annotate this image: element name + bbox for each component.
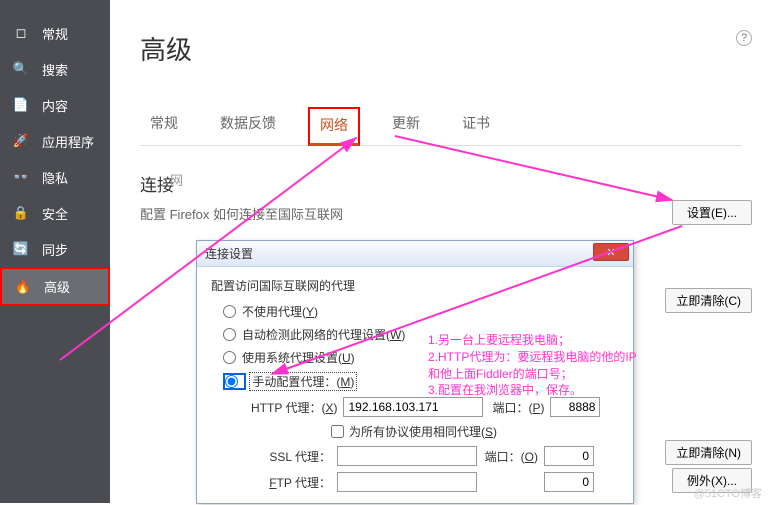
http-port-label: 端口：(P): [489, 399, 544, 416]
radio-input[interactable]: [223, 328, 236, 341]
sidebar-item-label: 安全: [42, 204, 68, 223]
ssl-proxy-label: SSL 代理：: [251, 448, 331, 465]
hidden-text: 网: [170, 170, 183, 189]
http-port-input[interactable]: [550, 397, 600, 417]
ftp-proxy-row: FTP 代理：: [211, 469, 619, 495]
page-icon: 📄: [10, 97, 32, 113]
http-proxy-label: HTTP 代理：(X): [251, 399, 337, 416]
sidebar-item-label: 内容: [42, 96, 68, 115]
ftp-port-input[interactable]: [544, 472, 594, 492]
sidebar-item-label: 同步: [42, 240, 68, 259]
cache-clear-button[interactable]: 立即清除(C): [665, 288, 752, 313]
ssl-port-label: 端口：(O): [483, 448, 538, 465]
section-conn-desc: 配置 Firefox 如何连接至国际互联网: [140, 204, 742, 223]
radio-label: 自动检测此网络的代理设置(W): [242, 326, 405, 343]
sidebar-item-label: 应用程序: [42, 132, 94, 151]
ftp-proxy-input[interactable]: [337, 472, 477, 492]
tab-certs[interactable]: 证书: [452, 107, 500, 145]
refresh-icon: 🔄: [10, 241, 32, 257]
sidebar-item-label: 搜索: [42, 60, 68, 79]
mask-icon: 👓: [10, 169, 32, 185]
same-proxy-row[interactable]: 为所有协议使用相同代理(S): [211, 420, 619, 443]
page-title: 高级: [140, 30, 192, 67]
lock-icon: 🔒: [10, 205, 32, 221]
section-conn-title: 连接: [140, 171, 742, 196]
sidebar-item-label: 常规: [42, 24, 68, 43]
sidebar-item-privacy[interactable]: 👓 隐私: [0, 159, 110, 195]
search-icon: 🔍: [10, 61, 32, 77]
sidebar-item-search[interactable]: 🔍 搜索: [0, 51, 110, 87]
http-proxy-input[interactable]: [343, 397, 483, 417]
square-icon: ◻: [10, 25, 32, 41]
sidebar-item-content[interactable]: 📄 内容: [0, 87, 110, 123]
tab-row: 常规 数据反馈 网络 更新 证书: [140, 107, 742, 146]
radio-label: 不使用代理(Y): [242, 303, 318, 320]
sidebar-item-general[interactable]: ◻ 常规: [0, 15, 110, 51]
sidebar-item-label: 高级: [44, 277, 70, 296]
ssl-proxy-row: SSL 代理： 端口：(O): [211, 443, 619, 469]
proxy-group-label: 配置访问国际互联网的代理: [211, 277, 619, 294]
sidebar: ◻ 常规 🔍 搜索 📄 内容 🚀 应用程序 👓 隐私 🔒 安全 🔄 同步 🔥 高级: [0, 0, 110, 503]
tab-datafb[interactable]: 数据反馈: [210, 107, 286, 145]
watermark: @51CTO博客: [694, 485, 762, 501]
radio-input[interactable]: [223, 351, 236, 364]
dialog-close-button[interactable]: ✕: [593, 243, 629, 261]
dialog-titlebar[interactable]: 连接设置 ✕: [197, 241, 633, 267]
tab-update[interactable]: 更新: [382, 107, 430, 145]
dialog-title-text: 连接设置: [205, 247, 253, 261]
ftp-proxy-label: FTP 代理：: [251, 474, 331, 491]
sidebar-item-label: 隐私: [42, 168, 68, 187]
same-proxy-label: 为所有协议使用相同代理(S): [349, 423, 497, 440]
store-clear-button[interactable]: 立即清除(N): [665, 440, 752, 465]
radio-no-proxy[interactable]: 不使用代理(Y): [211, 300, 619, 323]
radio-label: 手动配置代理：(M): [249, 372, 357, 391]
sidebar-item-apps[interactable]: 🚀 应用程序: [0, 123, 110, 159]
tab-general[interactable]: 常规: [140, 107, 188, 145]
radio-label: 使用系统代理设置(U): [242, 349, 355, 366]
fire-icon: 🔥: [12, 279, 34, 295]
settings-button[interactable]: 设置(E)...: [672, 200, 752, 225]
ssl-port-input[interactable]: [544, 446, 594, 466]
same-proxy-checkbox[interactable]: [331, 425, 344, 438]
rocket-icon: 🚀: [10, 133, 32, 149]
radio-input[interactable]: [223, 305, 236, 318]
sidebar-item-advanced[interactable]: 🔥 高级: [0, 267, 110, 306]
sidebar-item-security[interactable]: 🔒 安全: [0, 195, 110, 231]
help-icon[interactable]: ?: [736, 30, 752, 46]
radio-input[interactable]: [225, 375, 238, 388]
annotation-text: 1.另一台上要远程我电脑； 2.HTTP代理为：要远程我电脑的他的IP 和他上面…: [428, 332, 637, 399]
tab-network[interactable]: 网络: [308, 107, 360, 146]
sidebar-item-sync[interactable]: 🔄 同步: [0, 231, 110, 267]
ssl-proxy-input[interactable]: [337, 446, 477, 466]
